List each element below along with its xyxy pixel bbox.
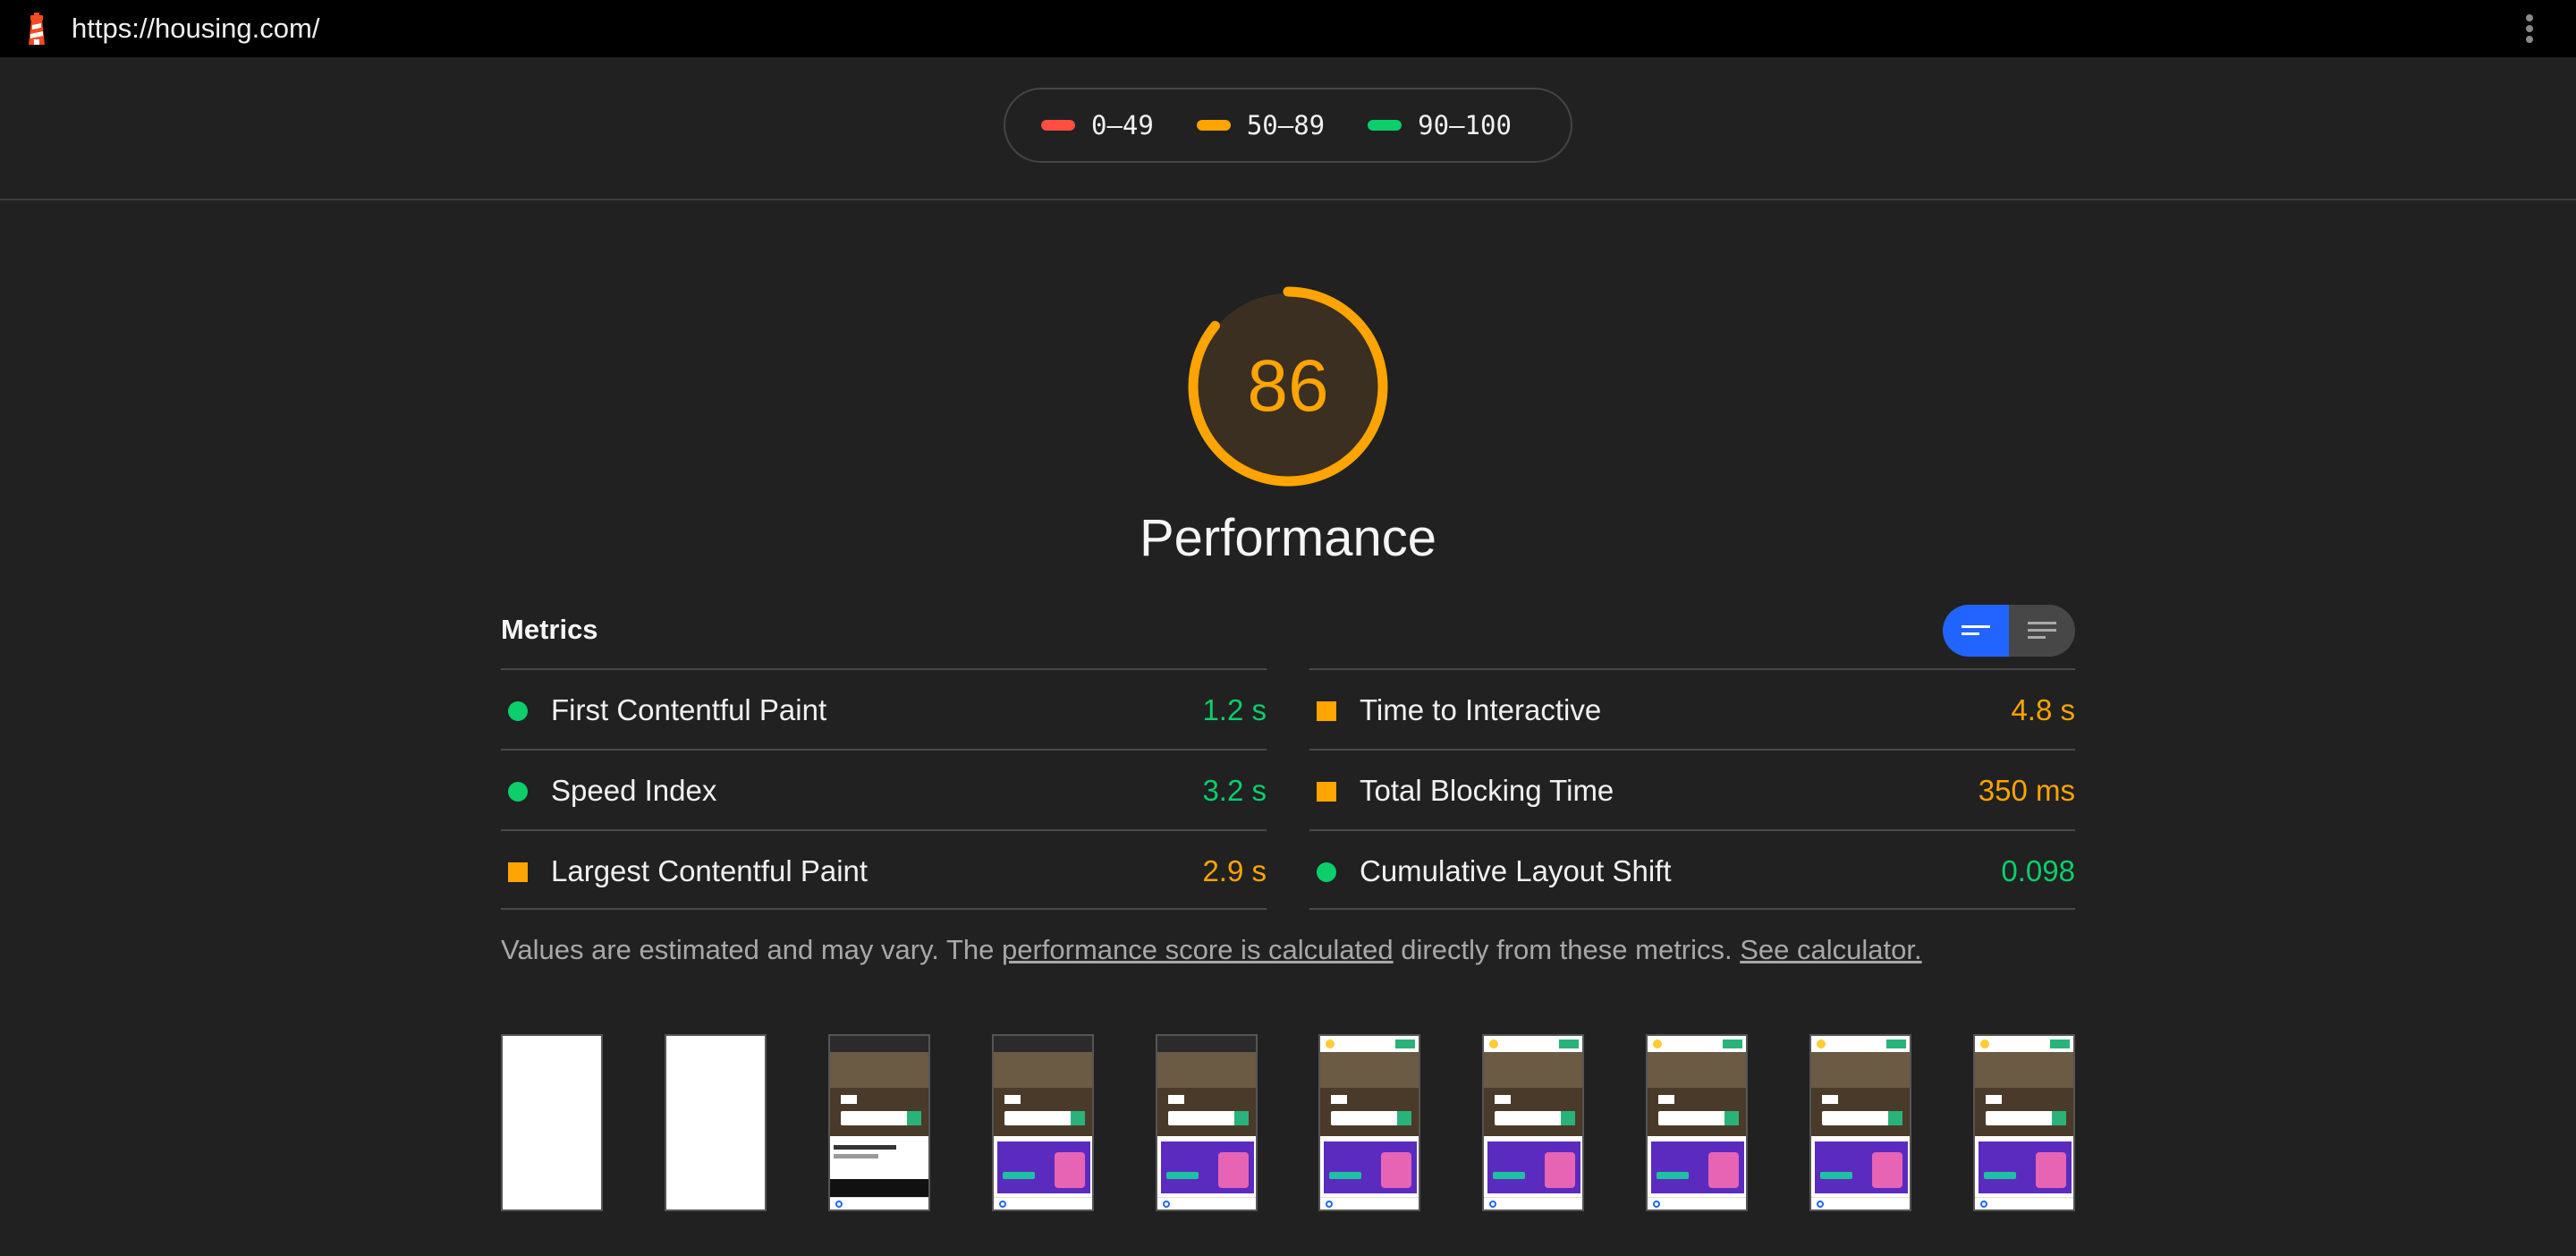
legend-label: 0–49 xyxy=(1091,110,1154,140)
legend-label: 90–100 xyxy=(1418,110,1512,140)
kebab-menu-icon[interactable] xyxy=(2519,13,2540,45)
lines-icon[interactable] xyxy=(1943,605,2009,657)
legend-item-average: 50–89 xyxy=(1196,110,1326,140)
note-text: Values are estimated and may vary. The xyxy=(501,934,1002,965)
metric-value: 0.098 xyxy=(2001,854,2075,887)
metric-name: Largest Contentful Paint xyxy=(551,854,869,887)
metric-name: First Contentful Paint xyxy=(551,693,827,726)
see-calculator-link[interactable]: See calculator. xyxy=(1740,934,1921,965)
fail-bar-icon xyxy=(1041,120,1075,131)
metric-largest-contentful-paint: Largest Contentful Paint 2.9 s xyxy=(501,829,1267,910)
legend-item-pass: 90–100 xyxy=(1368,110,1512,140)
pass-circle-icon xyxy=(508,782,528,802)
average-square-icon xyxy=(1317,701,1336,721)
metric-name: Time to Interactive xyxy=(1360,693,1602,726)
filmstrip-frame xyxy=(1156,1034,1258,1211)
score-calculation-link[interactable]: performance score is calculated xyxy=(1002,934,1394,965)
filmstrip-frame xyxy=(1646,1034,1748,1211)
filmstrip-frame xyxy=(828,1034,930,1211)
metrics-right-column: Time to Interactive 4.8 s Total Blocking… xyxy=(1309,668,2075,910)
filmstrip-frame xyxy=(992,1034,1094,1211)
page-url: https://housing.com/ xyxy=(72,13,320,44)
metric-value: 1.2 s xyxy=(1202,693,1267,726)
note-text: directly from these metrics. xyxy=(1393,934,1741,965)
performance-score: 86 xyxy=(1247,345,1329,427)
legend-item-fail: 0–49 xyxy=(1041,110,1154,140)
metrics-heading: Metrics xyxy=(501,614,598,645)
filmstrip-frame xyxy=(1809,1034,1911,1211)
score-legend-section: 0–49 50–89 90–100 xyxy=(0,57,2576,200)
filmstrip-frame xyxy=(1973,1034,2075,1211)
metric-value: 350 ms xyxy=(1978,774,2075,807)
lighthouse-icon xyxy=(29,13,45,45)
average-square-icon xyxy=(1317,782,1336,802)
metrics-disclaimer: Values are estimated and may vary. The p… xyxy=(501,934,1922,966)
metric-value: 4.8 s xyxy=(2011,693,2075,726)
metric-name: Speed Index xyxy=(551,774,717,807)
metric-value: 3.2 s xyxy=(1202,774,1267,807)
metric-time-to-interactive: Time to Interactive 4.8 s xyxy=(1309,668,2075,749)
average-bar-icon xyxy=(1196,120,1231,131)
metric-speed-index: Speed Index 3.2 s xyxy=(501,749,1267,829)
metrics-left-column: First Contentful Paint 1.2 s Speed Index… xyxy=(501,668,1267,910)
score-legend: 0–49 50–89 90–100 xyxy=(1004,88,1572,163)
filmstrip xyxy=(501,1034,2075,1211)
metric-cumulative-layout-shift: Cumulative Layout Shift 0.098 xyxy=(1309,829,2075,910)
expanded-lines-icon[interactable] xyxy=(2009,605,2075,657)
pass-bar-icon xyxy=(1368,120,1402,131)
pass-circle-icon xyxy=(1317,862,1336,882)
metric-total-blocking-time: Total Blocking Time 350 ms xyxy=(1309,749,2075,829)
gauge-title: Performance xyxy=(1139,509,1437,567)
browser-topbar: https://housing.com/ xyxy=(0,0,2576,57)
metric-name: Total Blocking Time xyxy=(1360,774,1614,807)
legend-label: 50–89 xyxy=(1246,110,1326,140)
metric-first-contentful-paint: First Contentful Paint 1.2 s xyxy=(501,668,1267,749)
filmstrip-frame xyxy=(665,1034,767,1211)
filmstrip-frame xyxy=(1318,1034,1420,1211)
metric-name: Cumulative Layout Shift xyxy=(1360,854,1672,887)
filmstrip-frame xyxy=(1482,1034,1584,1211)
metric-value: 2.9 s xyxy=(1202,854,1267,887)
average-square-icon xyxy=(508,862,528,882)
filmstrip-frame xyxy=(501,1034,603,1211)
metrics-view-toggle[interactable] xyxy=(1943,605,2075,657)
pass-circle-icon xyxy=(508,701,528,721)
